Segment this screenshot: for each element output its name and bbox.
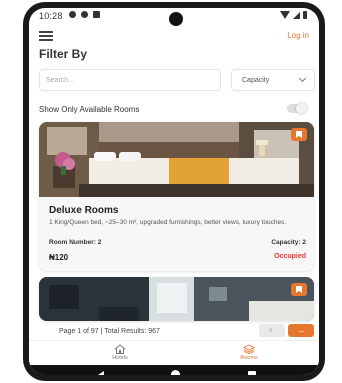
signal-icon [293,11,300,19]
recent-apps-icon[interactable] [248,371,256,375]
available-rooms-toggle[interactable] [287,103,307,114]
pagination-summary: Page 1 of 97 | Total Results: 967 [59,328,160,335]
room-price: ₦120 [49,253,69,262]
nav-item-rooms[interactable]: Rooms [219,344,279,361]
capacity-select[interactable]: Capacity [231,69,315,91]
next-page-button[interactable]: → [288,324,314,337]
sim-icon [93,11,100,18]
room-capacity: Capacity: 2 [271,239,306,246]
app-screen: 10:28 Log in Filter By Search... Capacit… [29,8,319,375]
front-camera [169,12,183,26]
bookmark-button[interactable] [291,128,307,141]
layers-icon [243,344,255,354]
system-navigation-bar [29,365,319,375]
settings-icon [69,11,76,18]
notification-icons [69,11,100,18]
home-button-icon[interactable] [171,370,180,375]
wifi-icon [280,11,290,19]
back-icon[interactable] [98,371,104,375]
login-link[interactable]: Log in [287,31,309,40]
bookmark-button[interactable] [291,283,307,296]
bookmark-icon [296,131,302,138]
page-title: Filter By [39,47,88,61]
capacity-select-label: Capacity [242,77,270,84]
room-description: 1 King/Queen bed, ~25–30 m², upgraded fu… [49,219,287,226]
status-indicators [280,11,307,19]
battery-icon [303,11,307,19]
bottom-navigation: Hotels Rooms [29,340,319,364]
nav-item-hotels[interactable]: Hotels [90,344,150,361]
notification-icon [81,11,88,18]
room-card[interactable]: Deluxe Rooms 1 King/Queen bed, ~25–30 m²… [39,122,314,271]
nav-label-hotels: Hotels [112,355,128,361]
room-status-badge: Occupied [274,253,306,260]
room-image [39,277,314,321]
status-bar: 10:28 [29,8,319,26]
available-rooms-toggle-label: Show Only Available Rooms [39,105,140,114]
chevron-down-icon [298,74,307,83]
previous-page-button[interactable] [259,324,285,337]
status-time: 10:28 [39,11,63,21]
room-image [39,122,314,197]
nav-label-rooms: Rooms [240,355,258,361]
toggle-knob [296,103,307,114]
phone-frame: 10:28 Log in Filter By Search... Capacit… [23,2,325,381]
room-number: Room Number: 2 [49,239,102,246]
room-name: Deluxe Rooms [49,205,119,216]
hamburger-menu-icon[interactable] [39,31,53,41]
bookmark-icon [296,286,302,293]
search-input[interactable]: Search... [39,69,221,91]
room-card[interactable] [39,277,314,321]
home-icon [114,344,126,354]
chevron-left-icon [269,327,275,333]
